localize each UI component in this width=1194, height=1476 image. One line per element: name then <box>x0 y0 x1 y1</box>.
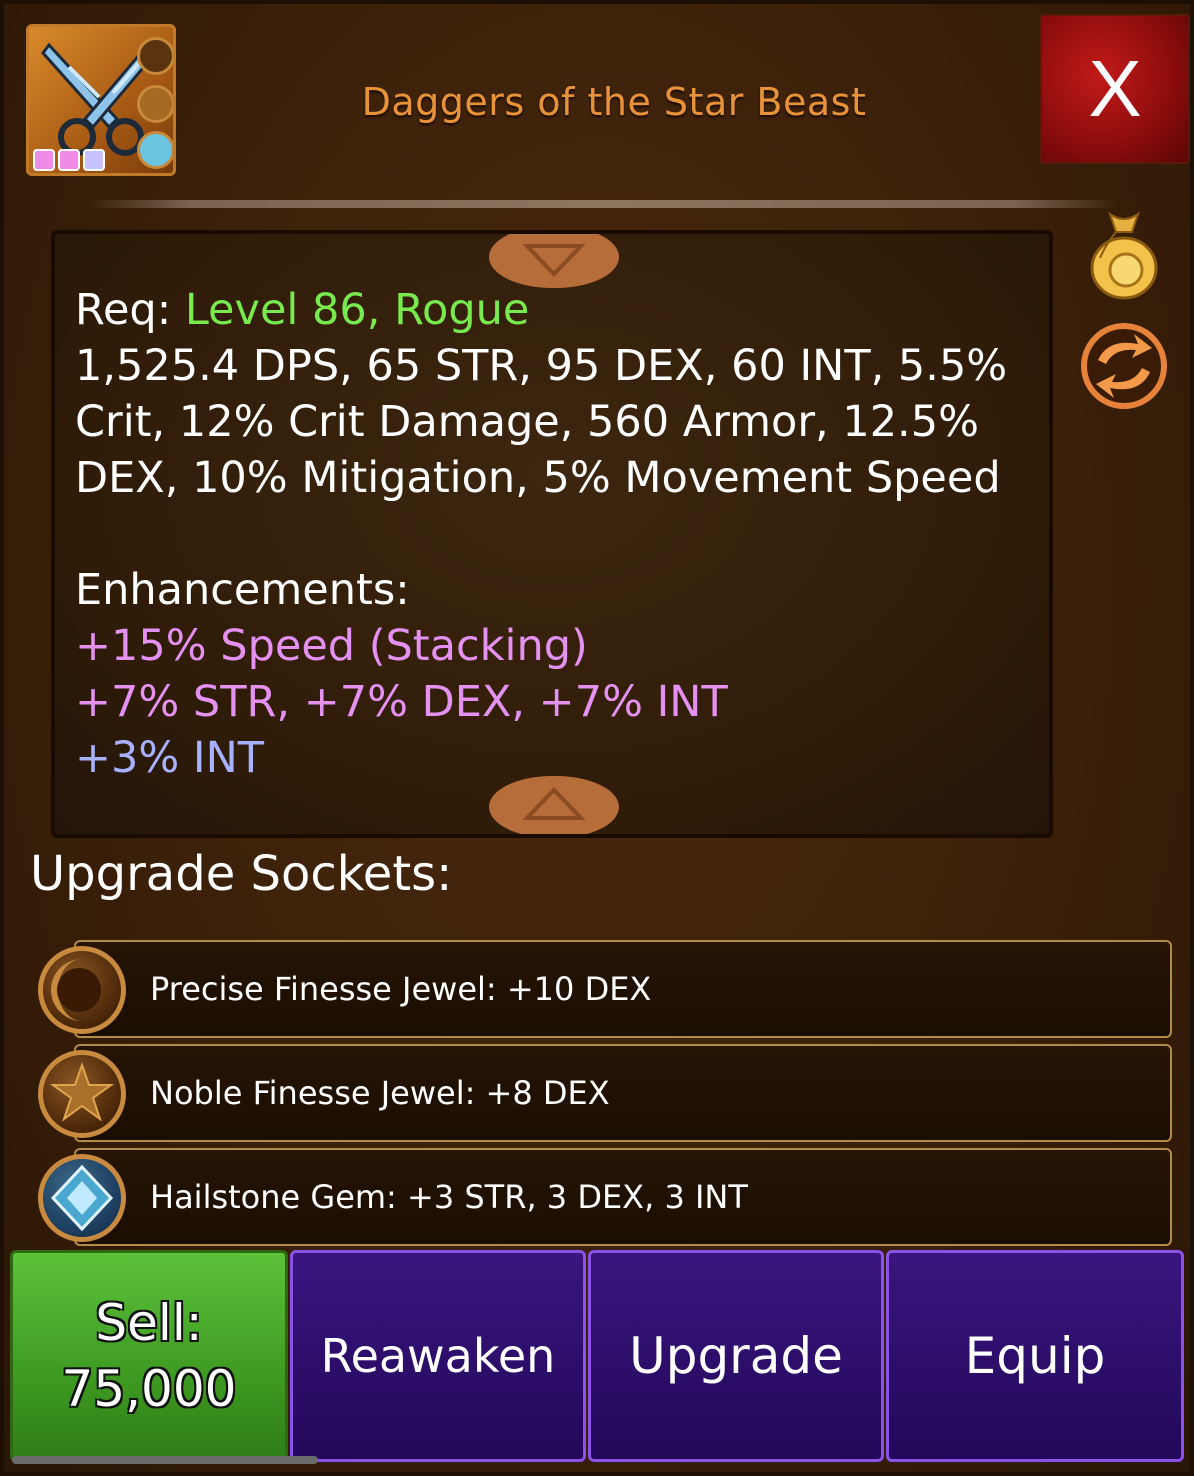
stats-text: Req: Level 86, Rogue 1,525.4 DPS, 65 STR… <box>75 282 1035 786</box>
socket-label: Precise Finesse Jewel: +10 DEX <box>150 970 652 1008</box>
item-title: Daggers of the Star Beast <box>361 80 867 124</box>
rank-indicators <box>33 149 105 171</box>
crescent-moon-jewel-icon <box>38 946 126 1034</box>
item-details-window: Daggers of the Star Beast X Req: Level 8… <box>0 0 1194 1476</box>
stat-line: 1,525.4 DPS, 65 STR, 95 DEX, 60 INT, 5.5… <box>75 341 1008 391</box>
enhancement-line: +7% STR, +7% DEX, +7% INT <box>75 677 728 727</box>
item-stats-panel[interactable]: Req: Level 86, Rogue 1,525.4 DPS, 65 STR… <box>51 230 1053 838</box>
header-divider <box>88 200 1118 208</box>
socket-row[interactable]: Precise Finesse Jewel: +10 DEX <box>74 940 1172 1038</box>
upgrade-sockets-heading: Upgrade Sockets: <box>30 846 453 902</box>
rank-dot <box>83 149 105 171</box>
upgrade-button[interactable]: Upgrade <box>588 1250 884 1462</box>
requirement-line: Req: Level 86, Rogue <box>75 282 1035 338</box>
item-icon <box>26 24 176 176</box>
rank-dot <box>33 149 55 171</box>
triangle-up-icon <box>522 787 586 820</box>
enhancements-heading: Enhancements: <box>75 565 410 615</box>
diamond-socket-icon <box>137 131 173 169</box>
blue-diamond-gem-icon <box>38 1154 126 1242</box>
crescent-socket-icon <box>137 37 173 75</box>
scroll-indicator <box>12 1456 318 1464</box>
sell-price: 75,000 <box>61 1360 237 1418</box>
star-socket-icon <box>137 85 173 123</box>
stat-line: Crit, 12% Crit Damage, 560 Armor, 12.5% <box>75 397 979 447</box>
sell-label: Sell: <box>95 1294 203 1352</box>
socket-row[interactable]: Hailstone Gem: +3 STR, 3 DEX, 3 INT <box>74 1148 1172 1246</box>
requirement-value: Level 86, Rogue <box>184 285 530 335</box>
socket-label: Hailstone Gem: +3 STR, 3 DEX, 3 INT <box>150 1178 748 1216</box>
swap-arrows-icon[interactable] <box>1078 322 1170 410</box>
requirement-label: Req: <box>75 285 185 335</box>
close-button[interactable]: X <box>1040 14 1190 164</box>
scroll-down-button[interactable] <box>489 776 619 834</box>
sell-button[interactable]: Sell: 75,000 <box>10 1250 288 1462</box>
scroll-up-button[interactable] <box>489 234 619 288</box>
socket-row[interactable]: Noble Finesse Jewel: +8 DEX <box>74 1044 1172 1142</box>
enhancement-line: +15% Speed (Stacking) <box>75 621 588 671</box>
gold-bag-icon[interactable] <box>1086 210 1162 302</box>
reawaken-button[interactable]: Reawaken <box>290 1250 586 1462</box>
rank-dot <box>58 149 80 171</box>
equip-button[interactable]: Equip <box>886 1250 1184 1462</box>
stat-line: DEX, 10% Mitigation, 5% Movement Speed <box>75 453 1001 503</box>
star-jewel-icon <box>38 1050 126 1138</box>
socket-label: Noble Finesse Jewel: +8 DEX <box>150 1074 610 1112</box>
triangle-down-icon <box>522 244 586 277</box>
